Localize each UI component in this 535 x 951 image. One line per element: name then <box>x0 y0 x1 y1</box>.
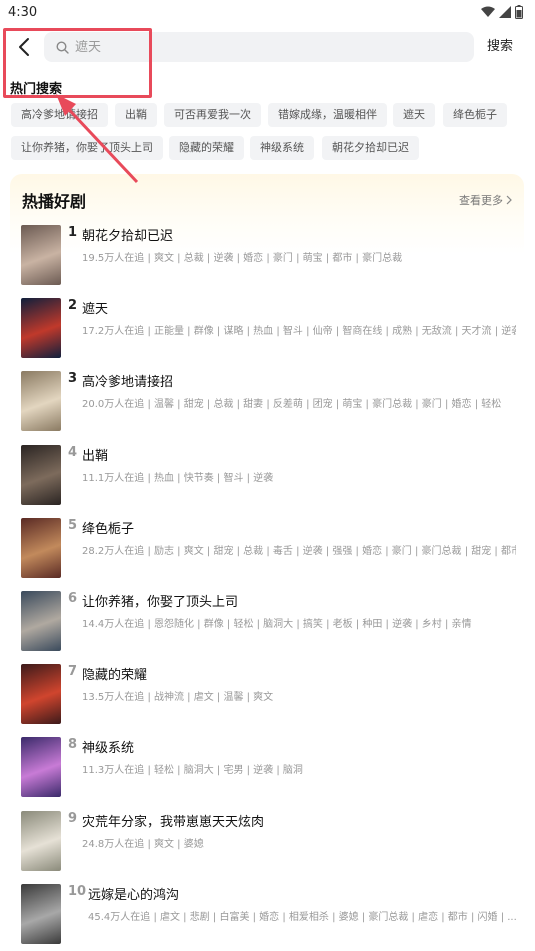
hot-search-chip[interactable]: 神级系统 <box>250 136 314 160</box>
drama-title[interactable]: 远嫁是心的鸿沟 <box>88 884 179 903</box>
hot-search-chip[interactable]: 朝花夕拾却已迟 <box>322 136 419 160</box>
hot-dramas-panel: 热播好剧 查看更多 1 朝花夕拾却已迟 19.5万人在追 | 爽文 | 总裁 | 逆… <box>10 174 524 951</box>
hot-search-chip[interactable]: 遮天 <box>393 103 435 127</box>
drama-cover[interactable] <box>21 371 61 432</box>
panel-title: 热播好剧 <box>22 192 87 211</box>
chevron-right-icon <box>506 195 512 205</box>
search-input[interactable] <box>75 39 455 55</box>
drama-item[interactable]: 1 朝花夕拾却已迟 19.5万人在追 | 爽文 | 总裁 | 逆袭 | 婚恋 | 豪… <box>10 225 524 287</box>
drama-title[interactable]: 神级系统 <box>82 737 134 756</box>
hot-search-chip[interactable]: 隐藏的荣耀 <box>169 136 244 160</box>
drama-rank: 1 <box>68 225 78 240</box>
drama-cover[interactable] <box>21 225 61 285</box>
drama-item[interactable]: 9 灾荒年分家，我带崽崽天天炫肉 24.8万人在追 | 爽文 | 婆媳 <box>10 810 524 873</box>
signal-icon <box>499 6 511 18</box>
drama-title[interactable]: 绛色栀子 <box>82 518 134 537</box>
drama-cover[interactable] <box>21 810 61 871</box>
status-icons <box>481 5 523 19</box>
drama-title[interactable]: 朝花夕拾却已迟 <box>82 225 173 244</box>
drama-cover[interactable] <box>21 737 61 798</box>
drama-title[interactable]: 遮天 <box>82 298 108 317</box>
drama-item[interactable]: 4 出鞘 11.1万人在追 | 热血 | 快节奏 | 智斗 | 逆袭 <box>10 444 524 507</box>
drama-cover[interactable] <box>21 883 61 944</box>
drama-title[interactable]: 灾荒年分家，我带崽崽天天炫肉 <box>82 811 264 830</box>
drama-cover[interactable] <box>21 517 61 578</box>
drama-rank: 9 <box>68 810 78 826</box>
see-more-label: 查看更多 <box>459 194 503 207</box>
drama-title[interactable]: 让你养猪，你娶了顶头上司 <box>82 591 238 610</box>
status-time: 4:30 <box>8 4 38 20</box>
drama-meta: 28.2万人在追 | 励志 | 爽文 | 甜宠 | 总裁 | 毒舌 | 逆袭 |… <box>82 545 516 557</box>
drama-item[interactable]: 2 遮天 17.2万人在追 | 正能量 | 群像 | 谋略 | 热血 | 智斗 | … <box>10 298 524 360</box>
drama-title[interactable]: 高冷爹地请接招 <box>82 371 173 390</box>
drama-meta: 11.1万人在追 | 热血 | 快节奏 | 智斗 | 逆袭 <box>82 472 274 484</box>
drama-item[interactable]: 8 神级系统 11.3万人在追 | 轻松 | 脑洞大 | 宅男 | 逆袭 | 脑洞 <box>10 737 524 799</box>
drama-rank: 4 <box>68 444 78 460</box>
drama-rank: 5 <box>68 517 78 533</box>
drama-meta: 20.0万人在追 | 温馨 | 甜宠 | 总裁 | 甜妻 | 反差萌 | 团宠 … <box>82 399 502 411</box>
drama-rank: 6 <box>68 591 78 606</box>
search-icon <box>56 40 69 54</box>
drama-item[interactable]: 7 隐藏的荣耀 13.5万人在追 | 战神流 | 虐文 | 温馨 | 爽文 <box>10 664 524 726</box>
drama-rank: 7 <box>68 664 78 680</box>
search-button[interactable]: 搜索 <box>487 30 513 64</box>
search-box[interactable] <box>44 32 474 62</box>
drama-meta: 13.5万人在追 | 战神流 | 虐文 | 温馨 | 爽文 <box>82 692 274 704</box>
drama-meta: 45.4万人在追 | 虐文 | 悲剧 | 白富美 | 婚恋 | 相爱相杀 | 婆… <box>88 911 516 923</box>
drama-item[interactable]: 10 远嫁是心的鸿沟 45.4万人在追 | 虐文 | 悲剧 | 白富美 | 婚恋 |… <box>10 883 524 946</box>
drama-cover[interactable] <box>21 664 61 725</box>
hot-search-title: 热门搜索 <box>10 82 63 97</box>
drama-cover[interactable] <box>21 444 61 505</box>
back-arrow-icon <box>19 38 29 56</box>
drama-item[interactable]: 5 绛色栀子 28.2万人在追 | 励志 | 爽文 | 甜宠 | 总裁 | 毒舌 |… <box>10 517 524 580</box>
drama-meta: 24.8万人在追 | 爽文 | 婆媳 <box>82 838 204 850</box>
drama-meta: 19.5万人在追 | 爽文 | 总裁 | 逆袭 | 婚恋 | 豪门 | 萌宝 |… <box>82 253 403 264</box>
drama-rank: 10 <box>68 883 87 899</box>
hot-search-chip[interactable]: 可否再爱我一次 <box>164 103 261 127</box>
battery-icon <box>515 5 523 19</box>
hot-search-chip[interactable]: 绛色栀子 <box>443 103 507 127</box>
drama-title[interactable]: 隐藏的荣耀 <box>82 664 147 683</box>
drama-meta: 14.4万人在追 | 恩怨随化 | 群像 | 轻松 | 脑洞大 | 搞笑 | 老… <box>82 619 472 630</box>
back-button[interactable] <box>12 34 36 60</box>
drama-meta: 17.2万人在追 | 正能量 | 群像 | 谋略 | 热血 | 智斗 | 仙帝 … <box>82 326 516 338</box>
drama-meta: 11.3万人在追 | 轻松 | 脑洞大 | 宅男 | 逆袭 | 脑洞 <box>82 765 303 777</box>
hot-search-chip[interactable]: 让你养猪，你娶了顶头上司 <box>11 136 163 160</box>
drama-rank: 8 <box>68 737 78 753</box>
drama-item[interactable]: 6 让你养猪，你娶了顶头上司 14.4万人在追 | 恩怨随化 | 群像 | 轻松 |… <box>10 591 524 653</box>
drama-rank: 2 <box>68 298 78 314</box>
status-bar: 4:30 <box>0 0 535 24</box>
drama-rank: 3 <box>68 371 78 387</box>
drama-cover[interactable] <box>21 591 61 651</box>
wifi-icon <box>481 6 495 17</box>
search-header: 搜索 <box>0 30 535 64</box>
hot-search-chip[interactable]: 错嫁成缘，温暖相伴 <box>268 103 387 127</box>
hot-search-chip[interactable]: 出鞘 <box>115 103 157 127</box>
see-more-link[interactable]: 查看更多 <box>459 192 512 208</box>
drama-item[interactable]: 3 高冷爹地请接招 20.0万人在追 | 温馨 | 甜宠 | 总裁 | 甜妻 | 反… <box>10 371 524 433</box>
drama-cover[interactable] <box>21 298 61 359</box>
drama-title[interactable]: 出鞘 <box>82 445 108 464</box>
hot-search-chip[interactable]: 高冷爹地请接招 <box>11 103 108 127</box>
